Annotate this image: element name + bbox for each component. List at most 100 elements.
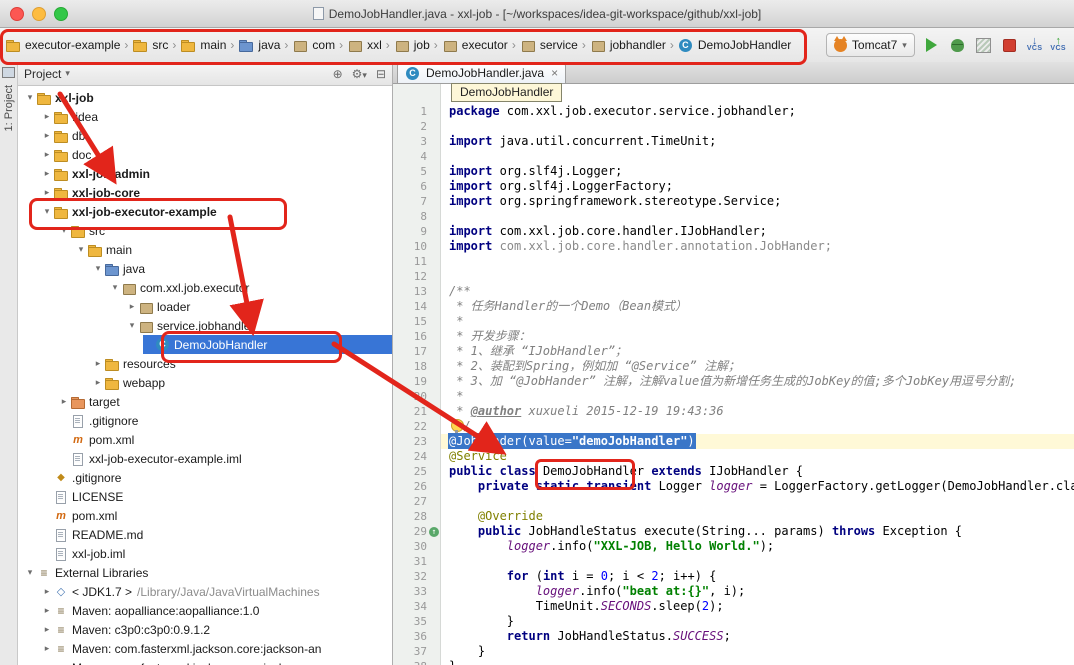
- code-line-27[interactable]: 27: [393, 494, 1074, 509]
- breadcrumb-item-xxl[interactable]: xxl: [344, 36, 385, 54]
- code-line-9[interactable]: 9import com.xxl.job.core.handler.IJobHan…: [393, 224, 1074, 239]
- code-line-1[interactable]: 1package com.xxl.job.executor.service.jo…: [393, 104, 1074, 119]
- tree-item-service-jobhandler[interactable]: ▾service.jobhandler: [18, 316, 392, 335]
- code-line-26[interactable]: 26 private static transient Logger logge…: [393, 479, 1074, 494]
- line-number[interactable]: 2: [393, 119, 427, 134]
- line-number[interactable]: 24: [393, 449, 427, 464]
- tree-item-license[interactable]: LICENSE: [18, 487, 392, 506]
- expand-arrow-icon[interactable]: ▾: [92, 263, 104, 274]
- locate-icon[interactable]: ⊕: [333, 67, 343, 81]
- expand-arrow-icon[interactable]: ▸: [92, 358, 104, 369]
- code-line-17[interactable]: 17 * 1、继承 “IJobHandler”；: [393, 344, 1074, 359]
- breadcrumb-item-executor-example[interactable]: executor-example: [2, 36, 123, 54]
- expand-arrow-icon[interactable]: ▾: [41, 206, 53, 217]
- line-number[interactable]: 32: [393, 569, 427, 584]
- override-marker-icon[interactable]: ↑: [429, 527, 439, 537]
- close-tab-icon[interactable]: ×: [551, 66, 558, 80]
- tree-item-loader[interactable]: ▸loader: [18, 297, 392, 316]
- line-number[interactable]: 1: [393, 104, 427, 119]
- expand-arrow-icon[interactable]: ▸: [41, 624, 53, 635]
- line-number[interactable]: 22: [393, 419, 427, 434]
- line-number[interactable]: 28: [393, 509, 427, 524]
- line-number[interactable]: 19: [393, 374, 427, 389]
- line-number[interactable]: 12: [393, 269, 427, 284]
- tree-item-maven-com-fasterxml-jackson-core-jackson-an[interactable]: ▸≡Maven: com.fasterxml.jackson.core:jack…: [18, 639, 392, 658]
- code-line-19[interactable]: 19 * 3、加 “@JobHander” 注解，注解value值为新增任务生成…: [393, 374, 1074, 389]
- line-number[interactable]: 15: [393, 314, 427, 329]
- code-line-28[interactable]: 28 @Override: [393, 509, 1074, 524]
- tree-item-xxl-job-admin[interactable]: ▸xxl-job-admin: [18, 164, 392, 183]
- stop-button[interactable]: [1001, 36, 1019, 54]
- code-line-34[interactable]: 34 TimeUnit.SECONDS.sleep(2);: [393, 599, 1074, 614]
- code-line-37[interactable]: 37 }: [393, 644, 1074, 659]
- code-line-22[interactable]: 22 */: [393, 419, 1074, 434]
- breadcrumb-item-java[interactable]: java: [235, 36, 283, 54]
- expand-arrow-icon[interactable]: ▸: [92, 377, 104, 388]
- line-number[interactable]: 5: [393, 164, 427, 179]
- line-number[interactable]: 36: [393, 629, 427, 644]
- tree-item-doc[interactable]: ▸doc: [18, 145, 392, 164]
- expand-arrow-icon[interactable]: ▸: [126, 301, 138, 312]
- line-number[interactable]: 11: [393, 254, 427, 269]
- tree-item-xxl-job[interactable]: ▾xxl-job: [18, 88, 392, 107]
- tree-item-idea[interactable]: ▸.idea: [18, 107, 392, 126]
- breadcrumb-item-executor[interactable]: executor: [439, 36, 511, 54]
- line-number[interactable]: 14: [393, 299, 427, 314]
- line-number[interactable]: 34: [393, 599, 427, 614]
- code-line-5[interactable]: 5import org.slf4j.Logger;: [393, 164, 1074, 179]
- breadcrumb-item-jobhandler[interactable]: jobhandler: [587, 36, 669, 54]
- tree-item-maven-com-fasterxml-jackson-core-jackson-co[interactable]: ▸≡Maven: com.fasterxml.jackson.core:jack…: [18, 658, 392, 665]
- line-number[interactable]: 35: [393, 614, 427, 629]
- tree-item-xxl-job-executor-example-iml[interactable]: xxl-job-executor-example.iml: [18, 449, 392, 468]
- line-number[interactable]: 10: [393, 239, 427, 254]
- tree-item-external-libraries[interactable]: ▾≡External Libraries: [18, 563, 392, 582]
- line-number[interactable]: 9: [393, 224, 427, 239]
- code-line-20[interactable]: 20 *: [393, 389, 1074, 404]
- tree-item-gitignore[interactable]: .gitignore: [18, 411, 392, 430]
- tree-item-gitignore[interactable]: ◆.gitignore: [18, 468, 392, 487]
- code-line-30[interactable]: 30 logger.info("XXL-JOB, Hello World.");: [393, 539, 1074, 554]
- code-line-32[interactable]: 32 for (int i = 0; i < 2; i++) {: [393, 569, 1074, 584]
- tree-item-readme-md[interactable]: README.md: [18, 525, 392, 544]
- tree-item-java[interactable]: ▾java: [18, 259, 392, 278]
- code-line-4[interactable]: 4: [393, 149, 1074, 164]
- minimize-window-button[interactable]: [32, 7, 46, 21]
- expand-arrow-icon[interactable]: ▸: [41, 187, 53, 198]
- vcs-commit-button[interactable]: ↑ VCS: [1050, 37, 1066, 53]
- expand-arrow-icon[interactable]: ▸: [41, 149, 53, 160]
- code-line-3[interactable]: 3import java.util.concurrent.TimeUnit;: [393, 134, 1074, 149]
- tree-item-pom-xml[interactable]: mpom.xml: [18, 506, 392, 525]
- line-number[interactable]: 16: [393, 329, 427, 344]
- project-view-selector[interactable]: Project ▾: [24, 67, 70, 81]
- code-line-14[interactable]: 14 * 任务Handler的一个Demo（Bean模式）: [393, 299, 1074, 314]
- code-line-12[interactable]: 12: [393, 269, 1074, 284]
- line-number[interactable]: 29: [393, 524, 427, 539]
- line-number[interactable]: 33: [393, 584, 427, 599]
- breadcrumb-item-src[interactable]: src: [129, 36, 171, 54]
- expand-arrow-icon[interactable]: ▾: [126, 320, 138, 331]
- line-number[interactable]: 25: [393, 464, 427, 479]
- code-line-13[interactable]: 13/**: [393, 284, 1074, 299]
- code-line-6[interactable]: 6import org.slf4j.LoggerFactory;: [393, 179, 1074, 194]
- tree-item-resources[interactable]: ▸resources: [18, 354, 392, 373]
- expand-arrow-icon[interactable]: ▾: [24, 92, 36, 103]
- code-line-36[interactable]: 36 return JobHandleStatus.SUCCESS;: [393, 629, 1074, 644]
- line-number[interactable]: 8: [393, 209, 427, 224]
- expand-arrow-icon[interactable]: ▾: [109, 282, 121, 293]
- tree-item-maven-aopalliance-aopalliance-1-0[interactable]: ▸≡Maven: aopalliance:aopalliance:1.0: [18, 601, 392, 620]
- run-button[interactable]: [923, 36, 941, 54]
- line-number[interactable]: 21: [393, 404, 427, 419]
- tree-item-db[interactable]: ▸db: [18, 126, 392, 145]
- line-number[interactable]: 37: [393, 644, 427, 659]
- code-line-8[interactable]: 8: [393, 209, 1074, 224]
- tree-item-target[interactable]: ▸target: [18, 392, 392, 411]
- line-number[interactable]: 20: [393, 389, 427, 404]
- code-line-25[interactable]: 25public class DemoJobHandler extends IJ…: [393, 464, 1074, 479]
- close-window-button[interactable]: [10, 7, 24, 21]
- tree-item-jdk1-7[interactable]: ▸◇< JDK1.7 >/Library/Java/JavaVirtualMac…: [18, 582, 392, 601]
- expand-arrow-icon[interactable]: ▾: [58, 225, 70, 236]
- line-number[interactable]: 30: [393, 539, 427, 554]
- line-number[interactable]: 38: [393, 659, 427, 665]
- code-line-29[interactable]: 29↑ public JobHandleStatus execute(Strin…: [393, 524, 1074, 539]
- gear-icon[interactable]: ⚙▾: [352, 67, 367, 81]
